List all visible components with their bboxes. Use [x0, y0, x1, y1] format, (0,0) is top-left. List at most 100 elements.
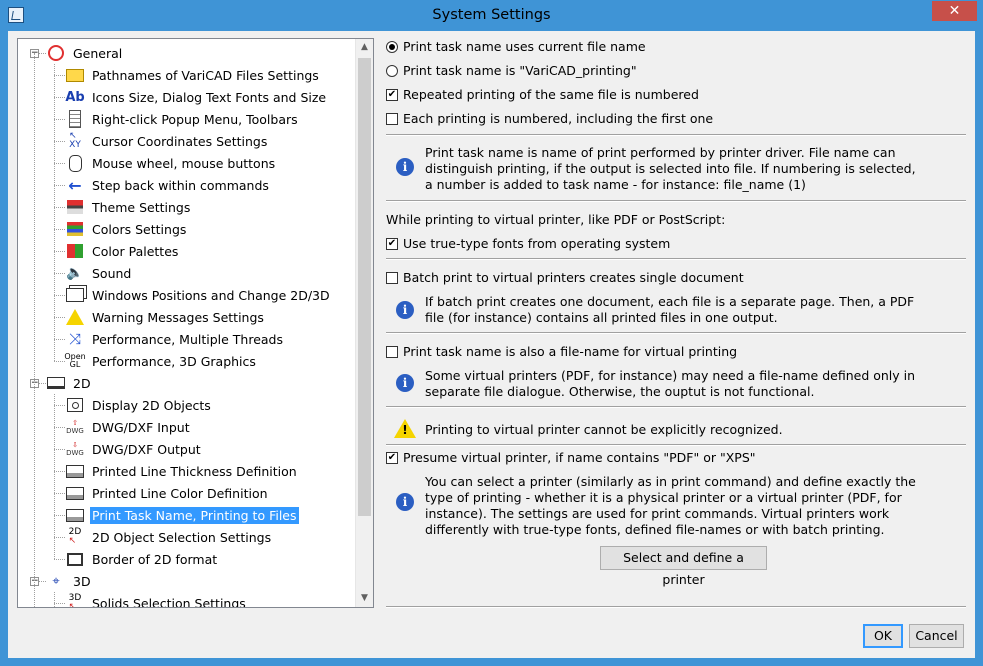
- tree-item[interactable]: 🔈 Sound: [65, 262, 133, 284]
- printer-file-icon: [65, 506, 85, 524]
- tree-connector: [54, 493, 65, 494]
- radio-current-file-name[interactable]: Print task name uses current file name: [386, 39, 646, 54]
- tree-item-label: Performance, Multiple Threads: [92, 331, 284, 347]
- separator: [386, 444, 966, 446]
- font-ab-icon: Ab: [65, 88, 85, 106]
- tree-item[interactable]: General: [46, 42, 124, 64]
- 2d-frame-icon: [46, 374, 66, 392]
- colors-icon: [65, 220, 85, 238]
- scroll-down-icon[interactable]: ▼: [356, 590, 373, 607]
- radio-varicad-printing[interactable]: Print task name is "VariCAD_printing": [386, 63, 637, 78]
- tree-item[interactable]: Theme Settings: [65, 196, 192, 218]
- tree-item[interactable]: ⇧ DWG DWG/DXF Input: [65, 416, 192, 438]
- tree-item[interactable]: ← Step back within commands: [65, 174, 271, 196]
- tree-item[interactable]: Colors Settings: [65, 218, 188, 240]
- tree-item[interactable]: Mouse wheel, mouse buttons: [65, 152, 277, 174]
- checkbox-checked-icon[interactable]: ✔: [386, 88, 398, 101]
- tree-item-label: Print Task Name, Printing to Files: [90, 506, 299, 524]
- tree-connector: [54, 273, 65, 274]
- checkbox-each-numbered[interactable]: Each printing is numbered, including the…: [386, 111, 713, 126]
- tree-item[interactable]: Color Palettes: [65, 240, 180, 262]
- checkbox-repeated-numbered[interactable]: ✔ Repeated printing of the same file is …: [386, 87, 699, 102]
- tree-scrollbar[interactable]: ▲ ▼: [355, 39, 373, 607]
- windows-icon: [65, 286, 85, 304]
- selection-2d-icon-part: 2D ↖: [68, 527, 82, 546]
- window-title: System Settings: [432, 7, 551, 23]
- tree-item[interactable]: 2D: [46, 372, 93, 394]
- checkbox-presume-virtual[interactable]: ✔ Presume virtual printer, if name conta…: [386, 450, 756, 465]
- tree-item-label: Solids Selection Settings: [92, 595, 246, 608]
- tree-connector: [54, 449, 65, 450]
- border-icon-part: [67, 552, 83, 566]
- scroll-up-icon[interactable]: ▲: [356, 39, 373, 56]
- separator: [386, 200, 966, 202]
- cancel-button[interactable]: Cancel: [909, 624, 964, 648]
- tree-item-label: Pathnames of VariCAD Files Settings: [92, 67, 319, 83]
- tree-item[interactable]: ⤨ Performance, Multiple Threads: [65, 328, 285, 350]
- checkbox-unchecked-icon[interactable]: [386, 345, 398, 358]
- info-icon: i: [396, 493, 414, 511]
- tree-connector: [54, 405, 65, 406]
- opengl-icon-part: Open GL: [64, 352, 86, 369]
- warning-icon-part: [66, 309, 84, 325]
- tree-item[interactable]: ⇩ DWG DWG/DXF Output: [65, 438, 203, 460]
- tree-item[interactable]: Display 2D Objects: [65, 394, 213, 416]
- settings-tree: General − Pathnames of VariCAD Files Setti…: [17, 38, 374, 608]
- tree-item-label: DWG/DXF Output: [92, 441, 201, 457]
- tree-item[interactable]: Ab Icons Size, Dialog Text Fonts and Size: [65, 86, 328, 108]
- select-printer-button[interactable]: Select and define a printer: [600, 546, 767, 587]
- checkbox-unchecked-icon[interactable]: [386, 271, 398, 284]
- tree-guide-line: [54, 64, 55, 361]
- tree-item[interactable]: Right-click Popup Menu, Toolbars: [65, 108, 300, 130]
- checkbox-task-name-file-name[interactable]: Print task name is also a file-name for …: [386, 344, 737, 359]
- radio-selected-icon[interactable]: [386, 40, 398, 53]
- 3d-axes-icon: ⌖: [46, 572, 66, 590]
- tree-item[interactable]: ↖ XY Cursor Coordinates Settings: [65, 130, 269, 152]
- speaker-icon: 🔈: [65, 264, 85, 282]
- 2d-frame-icon-part: [47, 377, 65, 389]
- checkbox-batch-print[interactable]: Batch print to virtual printers creates …: [386, 270, 744, 285]
- tree-connector: [54, 317, 65, 318]
- info-select-printer: You can select a printer (similarly as i…: [425, 474, 916, 537]
- info-file-name: Some virtual printers (PDF, for instance…: [425, 368, 916, 399]
- tree-item-label: Step back within commands: [92, 177, 269, 193]
- theme-icon: [65, 198, 85, 216]
- printer-color-icon: [65, 484, 85, 502]
- border-icon: [65, 550, 85, 568]
- selection-2d-icon-part: ↖: [68, 536, 77, 546]
- tree-connector: [54, 185, 65, 186]
- tree-item-label: Printed Line Color Definition: [92, 485, 268, 501]
- tree-item[interactable]: Printed Line Thickness Definition: [65, 460, 299, 482]
- checkbox-true-type-fonts[interactable]: ✔ Use true-type fonts from operating sys…: [386, 236, 670, 251]
- scroll-thumb[interactable]: [358, 58, 371, 516]
- ok-button[interactable]: OK: [863, 624, 903, 648]
- tree-item[interactable]: Warning Messages Settings: [65, 306, 266, 328]
- popup-menu-icon-part: [69, 110, 81, 128]
- separator: [386, 134, 966, 136]
- tree-item[interactable]: ⌖ 3D: [46, 570, 93, 592]
- tree-item[interactable]: Print Task Name, Printing to Files: [65, 504, 299, 526]
- checkbox-each-label: Each printing is numbered, including the…: [403, 111, 714, 126]
- checkbox-checked-icon[interactable]: ✔: [386, 451, 398, 464]
- tree-item-label: Theme Settings: [92, 199, 191, 215]
- checkbox-unchecked-icon[interactable]: [386, 112, 398, 125]
- tree-item[interactable]: Pathnames of VariCAD Files Settings: [65, 64, 321, 86]
- tree-item[interactable]: Windows Positions and Change 2D/3D: [65, 284, 332, 306]
- tree-item-label: Mouse wheel, mouse buttons: [92, 155, 276, 171]
- tree-item[interactable]: Printed Line Color Definition: [65, 482, 270, 504]
- tree-item[interactable]: Border of 2D format: [65, 548, 219, 570]
- checkbox-checked-icon[interactable]: ✔: [386, 237, 398, 250]
- solids-select-icon: 3D ↖: [65, 594, 85, 608]
- arrow-left-icon-part: ←: [68, 175, 82, 195]
- tree-item[interactable]: 3D ↖ Solids Selection Settings: [65, 592, 248, 608]
- tree-item[interactable]: Open GL Performance, 3D Graphics: [64, 350, 258, 372]
- close-button[interactable]: ✕: [932, 1, 977, 21]
- radio-unselected-icon[interactable]: [386, 64, 398, 77]
- printer-file-icon-part: [66, 508, 84, 522]
- tree-item-label: 2D Object Selection Settings: [92, 529, 272, 545]
- font-ab-icon-part: Ab: [65, 89, 85, 105]
- cursor-xy-icon-part: ↖ XY: [69, 131, 81, 150]
- tree-item-label: 3D: [73, 573, 91, 589]
- tree-connector: [54, 559, 65, 560]
- tree-item[interactable]: 2D ↖ 2D Object Selection Settings: [65, 526, 273, 548]
